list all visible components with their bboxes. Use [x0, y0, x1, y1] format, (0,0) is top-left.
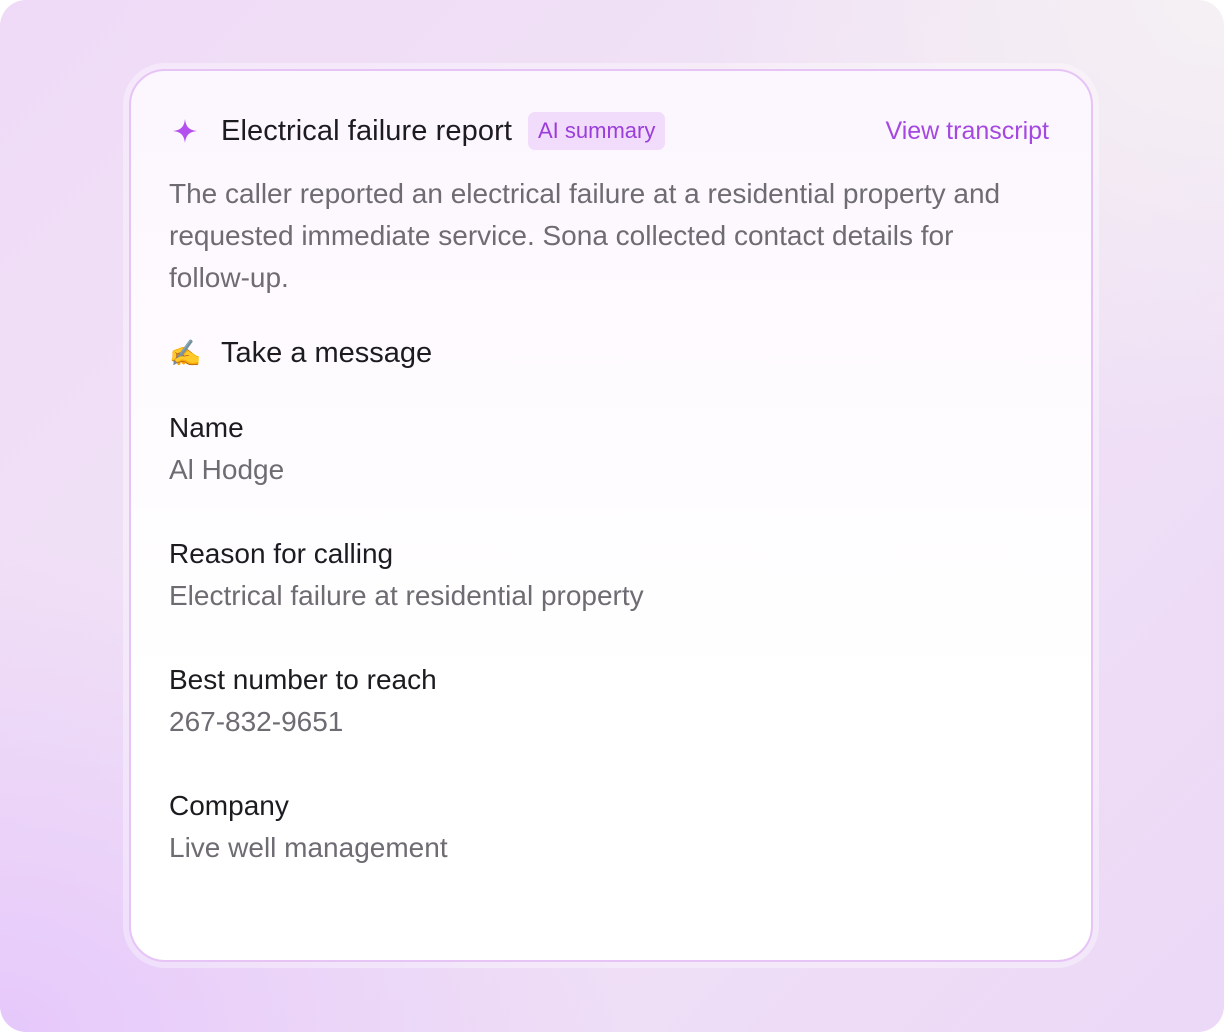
card-header: Electrical failure report AI summary Vie…: [171, 111, 1049, 151]
field-label: Best number to reach: [169, 664, 437, 695]
field-value: Electrical failure at residential proper…: [169, 580, 644, 611]
ai-summary-badge: AI summary: [528, 112, 666, 150]
call-summary-card: Electrical failure report AI summary Vie…: [129, 69, 1093, 962]
sparkle-icon: [171, 117, 199, 145]
page-background: Electrical failure report AI summary Vie…: [0, 0, 1224, 1032]
field-company: Company Live well management: [169, 785, 1039, 869]
field-label: Company: [169, 790, 289, 821]
writing-hand-icon: ✍️: [169, 338, 202, 368]
section-title: Take a message: [221, 336, 433, 369]
section-heading: ✍️ Take a message: [169, 333, 432, 373]
field-name: Name Al Hodge: [169, 407, 1039, 491]
field-value: 267-832-9651: [169, 706, 344, 737]
view-transcript-link[interactable]: View transcript: [886, 117, 1050, 146]
field-phone: Best number to reach 267-832-9651: [169, 659, 1039, 743]
field-reason: Reason for calling Electrical failure at…: [169, 533, 1039, 617]
report-title: Electrical failure report: [221, 114, 512, 147]
field-value: Al Hodge: [169, 454, 285, 485]
field-label: Reason for calling: [169, 538, 394, 569]
summary-text: The caller reported an electrical failur…: [169, 178, 1001, 293]
field-label: Name: [169, 412, 244, 443]
field-value: Live well management: [169, 832, 448, 863]
